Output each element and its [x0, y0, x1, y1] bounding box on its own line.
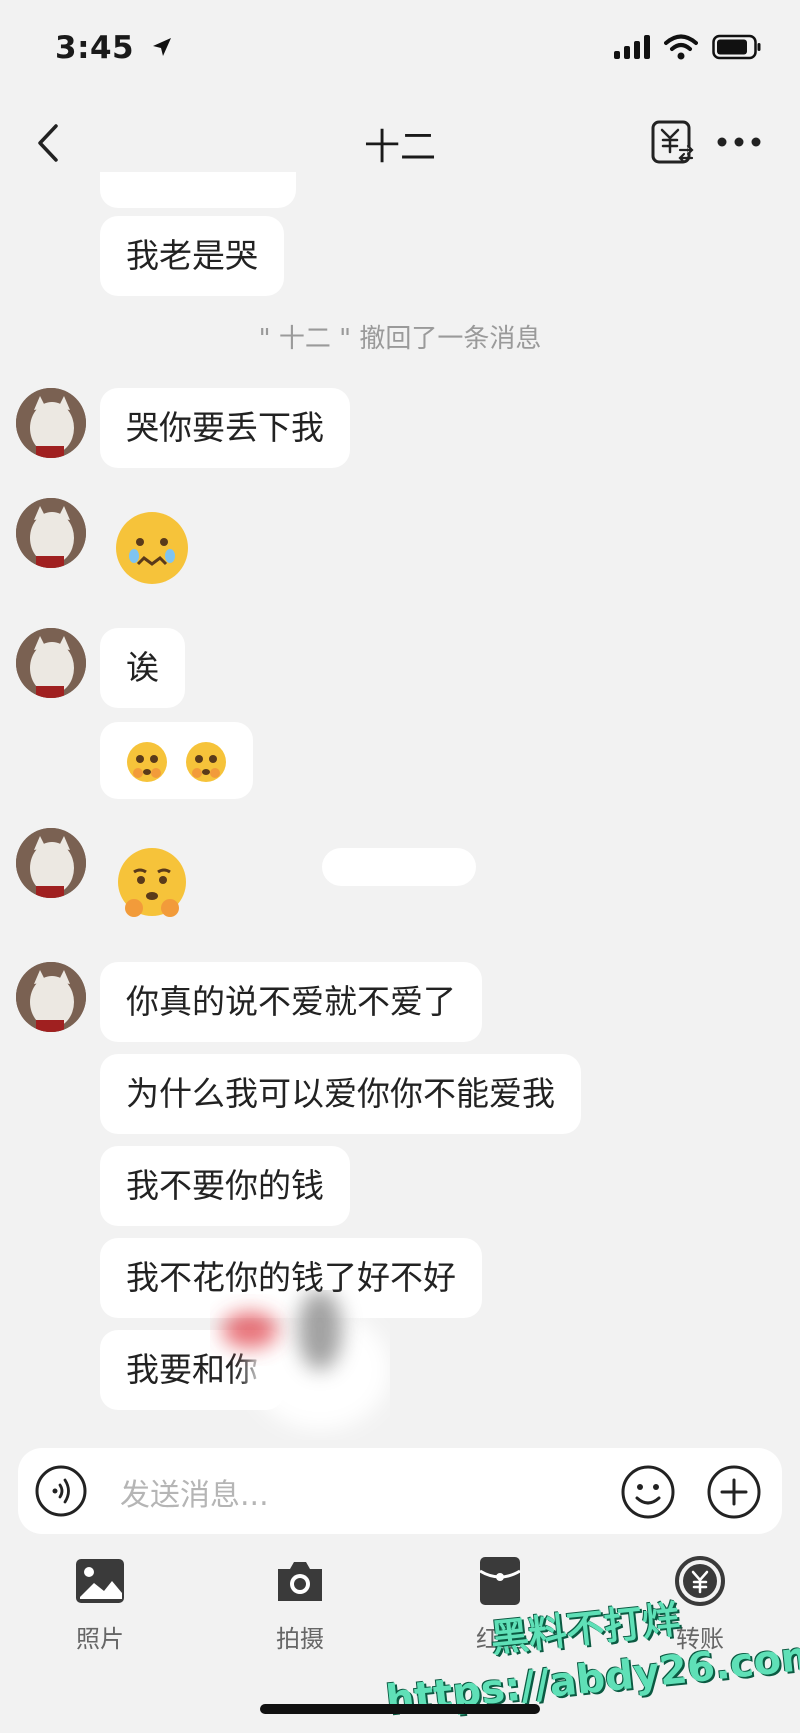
message-text: 哭你要丢下我 [126, 408, 324, 447]
message-bubble: 诶 [100, 628, 185, 708]
photo-button[interactable]: 照片 [40, 1555, 160, 1654]
more-button[interactable] [712, 118, 766, 166]
photo-label: 照片 [76, 1625, 124, 1653]
transfer-icon [674, 1555, 726, 1607]
blurred-message-bubble [322, 848, 476, 886]
status-time-text: 3:45 [55, 30, 135, 66]
photo-icon [74, 1555, 126, 1607]
message-text: 你真的说不爱就不爱了 [126, 982, 456, 1021]
pleading-face-emoji-icon [126, 741, 168, 783]
message-text: 我老是哭 [126, 236, 258, 275]
battery-icon [712, 34, 761, 60]
voice-icon [35, 1465, 87, 1517]
avatar[interactable] [16, 498, 86, 568]
home-indicator [260, 1704, 540, 1714]
recall-notice: " 十二 " 撤回了一条消息 [258, 324, 542, 354]
message-bubble: 哭你要丢下我 [100, 388, 350, 468]
signal-icon [614, 35, 650, 59]
message-text: 为什么我可以爱你你不能爱我 [126, 1074, 555, 1113]
status-time: 3:45 [55, 30, 173, 66]
red-packet-icon [474, 1555, 526, 1607]
camera-button[interactable]: 拍摄 [240, 1555, 360, 1654]
worried-face-emoji-icon [114, 510, 190, 586]
avatar[interactable] [16, 828, 86, 898]
transfer-button[interactable] [650, 118, 696, 166]
message-text: 我不要你的钱 [126, 1166, 324, 1205]
avatar[interactable] [16, 388, 86, 458]
voice-button[interactable] [34, 1464, 88, 1518]
plus-button[interactable] [706, 1464, 762, 1520]
message-bubble: 你真的说不爱就不爱了 [100, 962, 482, 1042]
message-bubble: 我不要你的钱 [100, 1146, 350, 1226]
avatar[interactable] [16, 962, 86, 1032]
status-icons [614, 34, 762, 60]
plus-icon [707, 1465, 761, 1519]
transfer-yuan-icon [651, 120, 694, 164]
message-bubble-emoji [100, 722, 253, 799]
message-input-bar: 发送消息... [18, 1448, 782, 1534]
message-bubble: 为什么我可以爱你你不能爱我 [100, 1054, 581, 1134]
message-bubble-partial [100, 172, 296, 208]
status-bar: 3:45 [0, 0, 800, 100]
wifi-icon [664, 34, 698, 60]
blur-smudge [222, 1290, 390, 1430]
more-icon [717, 137, 761, 147]
message-text: 诶 [126, 648, 159, 687]
pleading-hands-emoji-icon [114, 846, 190, 922]
emoji-icon [621, 1465, 675, 1519]
avatar[interactable] [16, 628, 86, 698]
emoji-button[interactable] [620, 1464, 676, 1520]
navigation-arrow-icon [151, 30, 173, 66]
message-input[interactable]: 发送消息... [120, 1470, 269, 1514]
camera-icon [274, 1555, 326, 1607]
camera-label: 拍摄 [276, 1625, 324, 1653]
pleading-face-emoji-icon [185, 741, 227, 783]
message-bubble: 我老是哭 [100, 216, 284, 296]
